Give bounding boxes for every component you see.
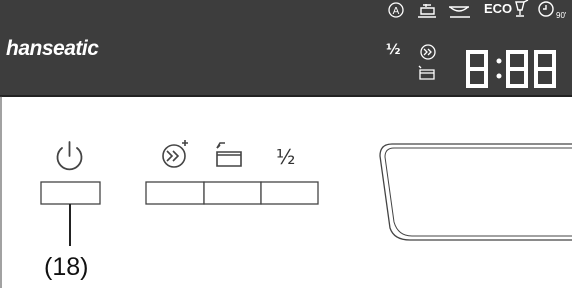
power-button[interactable] [40,181,101,205]
svg-text:90': 90' [556,11,567,20]
power-icon [56,141,83,171]
half-load-button[interactable] [260,181,319,205]
turbo-plus-icon [162,140,188,168]
svg-text:A: A [393,6,400,17]
eco-label: ECO [484,1,513,16]
brand-logo: hanseatic [6,37,99,60]
tray-button[interactable] [203,181,262,205]
program-button-group [145,181,319,205]
door-handle [379,143,572,241]
callout-label: (18) [44,253,89,281]
half-load-indicator: ½ [386,42,401,58]
tray-arrow-icon [216,142,242,167]
half-load-label: ½ [276,145,296,169]
turbo-button[interactable] [145,181,205,205]
